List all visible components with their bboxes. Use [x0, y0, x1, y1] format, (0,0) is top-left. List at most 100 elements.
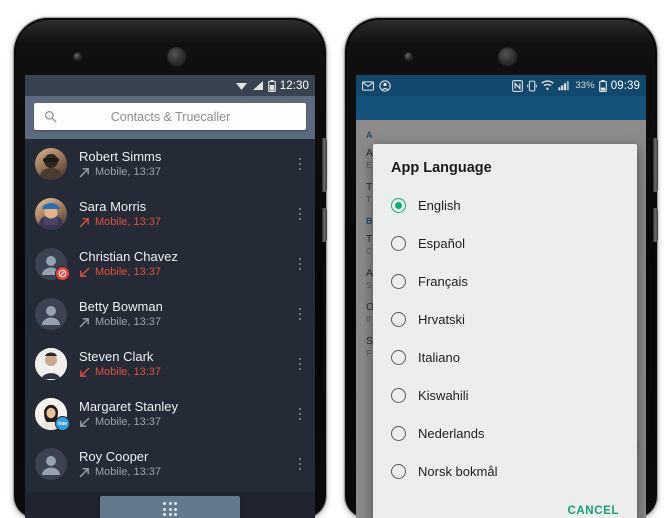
kebab-menu-icon[interactable] [293, 357, 307, 371]
language-label: English [418, 197, 461, 213]
signal-icon [252, 81, 263, 90]
call-outgoing-icon [79, 168, 89, 178]
earpiece-speaker [168, 48, 185, 65]
contact-name: Margaret Stanley [79, 399, 178, 414]
radio-button-selected[interactable] [391, 197, 406, 213]
radio-button[interactable] [391, 463, 406, 479]
front-camera-icon [74, 53, 81, 60]
contact-name: Sara Morris [79, 199, 147, 214]
language-label: Nederlands [418, 425, 485, 441]
table-row[interactable]: Roy Cooper Mobile, 13:37 [25, 439, 315, 489]
avatar[interactable]: true [35, 398, 70, 431]
dialpad-button[interactable] [100, 496, 240, 518]
mail-icon [362, 80, 374, 91]
avatar[interactable] [35, 148, 67, 180]
language-option-nederlands[interactable]: Nederlands [391, 414, 619, 452]
language-label: Hrvatski [418, 311, 465, 327]
kebab-menu-icon[interactable] [293, 307, 307, 321]
language-option-english[interactable]: English [391, 186, 619, 224]
battery-icon [267, 79, 276, 92]
language-label: Français [418, 273, 468, 289]
call-log-list[interactable]: Robert Simms Mobile, 13:37 Sara Morris M… [25, 139, 315, 492]
app-icon [379, 79, 391, 92]
language-option-espanol[interactable]: Español [391, 224, 619, 262]
radio-button[interactable] [391, 387, 406, 403]
table-row[interactable]: Robert Simms Mobile, 13:37 [25, 139, 315, 189]
kebab-menu-icon[interactable] [293, 157, 307, 171]
contact-placeholder-icon [35, 448, 67, 480]
signal-icon [558, 81, 570, 91]
avatar[interactable] [35, 348, 67, 380]
volume-button[interactable] [322, 138, 327, 192]
table-row[interactable]: Christian Chavez Mobile, 13:37 [25, 239, 315, 289]
search-placeholder: Contacts & Truecaller [110, 109, 231, 124]
radio-button[interactable] [391, 349, 406, 365]
language-option-polski[interactable]: Polski [391, 490, 619, 498]
language-option-francais[interactable]: Français [391, 262, 619, 300]
language-option-hrvatski[interactable]: Hrvatski [391, 300, 619, 338]
table-row[interactable]: Steven Clark Mobile, 13:37 [25, 339, 315, 389]
call-detail-text: Mobile, 13:37 [95, 166, 162, 178]
right-status-time: 09:39 [610, 79, 640, 92]
call-detail: Mobile, 13:37 [79, 316, 293, 329]
power-button[interactable] [322, 208, 327, 242]
table-row[interactable]: true Margaret Stanley Mobile, 13:37 [25, 389, 315, 439]
call-detail: Mobile, 13:37 [79, 416, 293, 429]
contact-name: Steven Clark [79, 349, 154, 364]
language-option-italiano[interactable]: Italiano [391, 338, 619, 376]
wifi-icon [541, 80, 555, 90]
earpiece-speaker [499, 48, 516, 65]
vibrate-icon [527, 80, 538, 91]
call-detail-text: Mobile, 13:37 [95, 316, 162, 328]
right-phone-device: 33% 09:39 A A [345, 18, 658, 518]
language-options-list[interactable]: English Español Français Hrvatski Italia… [373, 186, 637, 498]
nfc-icon [512, 79, 524, 92]
blocked-badge-icon [55, 266, 70, 281]
call-detail: Mobile, 13:37 [79, 366, 293, 379]
kebab-menu-icon[interactable] [293, 457, 307, 471]
call-detail: Mobile, 13:37 [79, 466, 293, 479]
radio-button[interactable] [391, 273, 406, 289]
dialog-actions: CANCEL [373, 498, 637, 518]
contact-placeholder-icon [35, 298, 67, 330]
call-detail: Mobile, 13:37 [79, 266, 293, 279]
table-row[interactable]: Betty Bowman Mobile, 13:37 [25, 289, 315, 339]
call-detail: Mobile, 13:37 [79, 166, 293, 179]
kebab-menu-icon[interactable] [293, 257, 307, 271]
search-header: Contacts & Truecaller [25, 96, 315, 139]
verified-badge-icon: true [55, 416, 70, 431]
dialpad-icon [163, 502, 177, 516]
language-option-norsk-bokmal[interactable]: Norsk bokmål [391, 452, 619, 490]
call-detail-text: Mobile, 13:37 [95, 366, 162, 378]
contact-name: Robert Simms [79, 149, 162, 164]
wifi-icon [235, 83, 247, 90]
kebab-menu-icon[interactable] [293, 407, 307, 421]
radio-button[interactable] [391, 235, 406, 251]
left-phone-device: 12:30 Contacts & Truecaller Robert Simms… [14, 18, 327, 518]
call-detail-text: Mobile, 13:37 [95, 266, 162, 278]
screenshot-root: 12:30 Contacts & Truecaller Robert Simms… [0, 0, 672, 518]
truecaller-app: 12:30 Contacts & Truecaller Robert Simms… [25, 75, 315, 518]
radio-button[interactable] [391, 425, 406, 441]
call-outgoing-icon [79, 468, 89, 478]
right-status-bar: 33% 09:39 [356, 75, 646, 96]
volume-button[interactable] [653, 138, 658, 192]
language-label: Norsk bokmål [418, 463, 498, 479]
language-label: Kiswahili [418, 387, 469, 403]
avatar[interactable] [35, 298, 67, 330]
avatar[interactable] [35, 198, 67, 230]
left-status-bar: 12:30 [25, 75, 315, 96]
language-option-kiswahili[interactable]: Kiswahili [391, 376, 619, 414]
table-row[interactable]: Sara Morris Mobile, 13:37 [25, 189, 315, 239]
contact-name: Betty Bowman [79, 299, 163, 314]
radio-button[interactable] [391, 311, 406, 327]
language-label: Italiano [418, 349, 460, 365]
avatar[interactable] [35, 248, 70, 281]
search-input[interactable]: Contacts & Truecaller [34, 103, 306, 130]
call-detail-text: Mobile, 13:37 [95, 466, 162, 478]
call-detail-text: Mobile, 13:37 [95, 416, 162, 428]
avatar[interactable] [35, 448, 67, 480]
power-button[interactable] [653, 208, 658, 242]
kebab-menu-icon[interactable] [293, 207, 307, 221]
dialog-title: App Language [391, 160, 492, 176]
